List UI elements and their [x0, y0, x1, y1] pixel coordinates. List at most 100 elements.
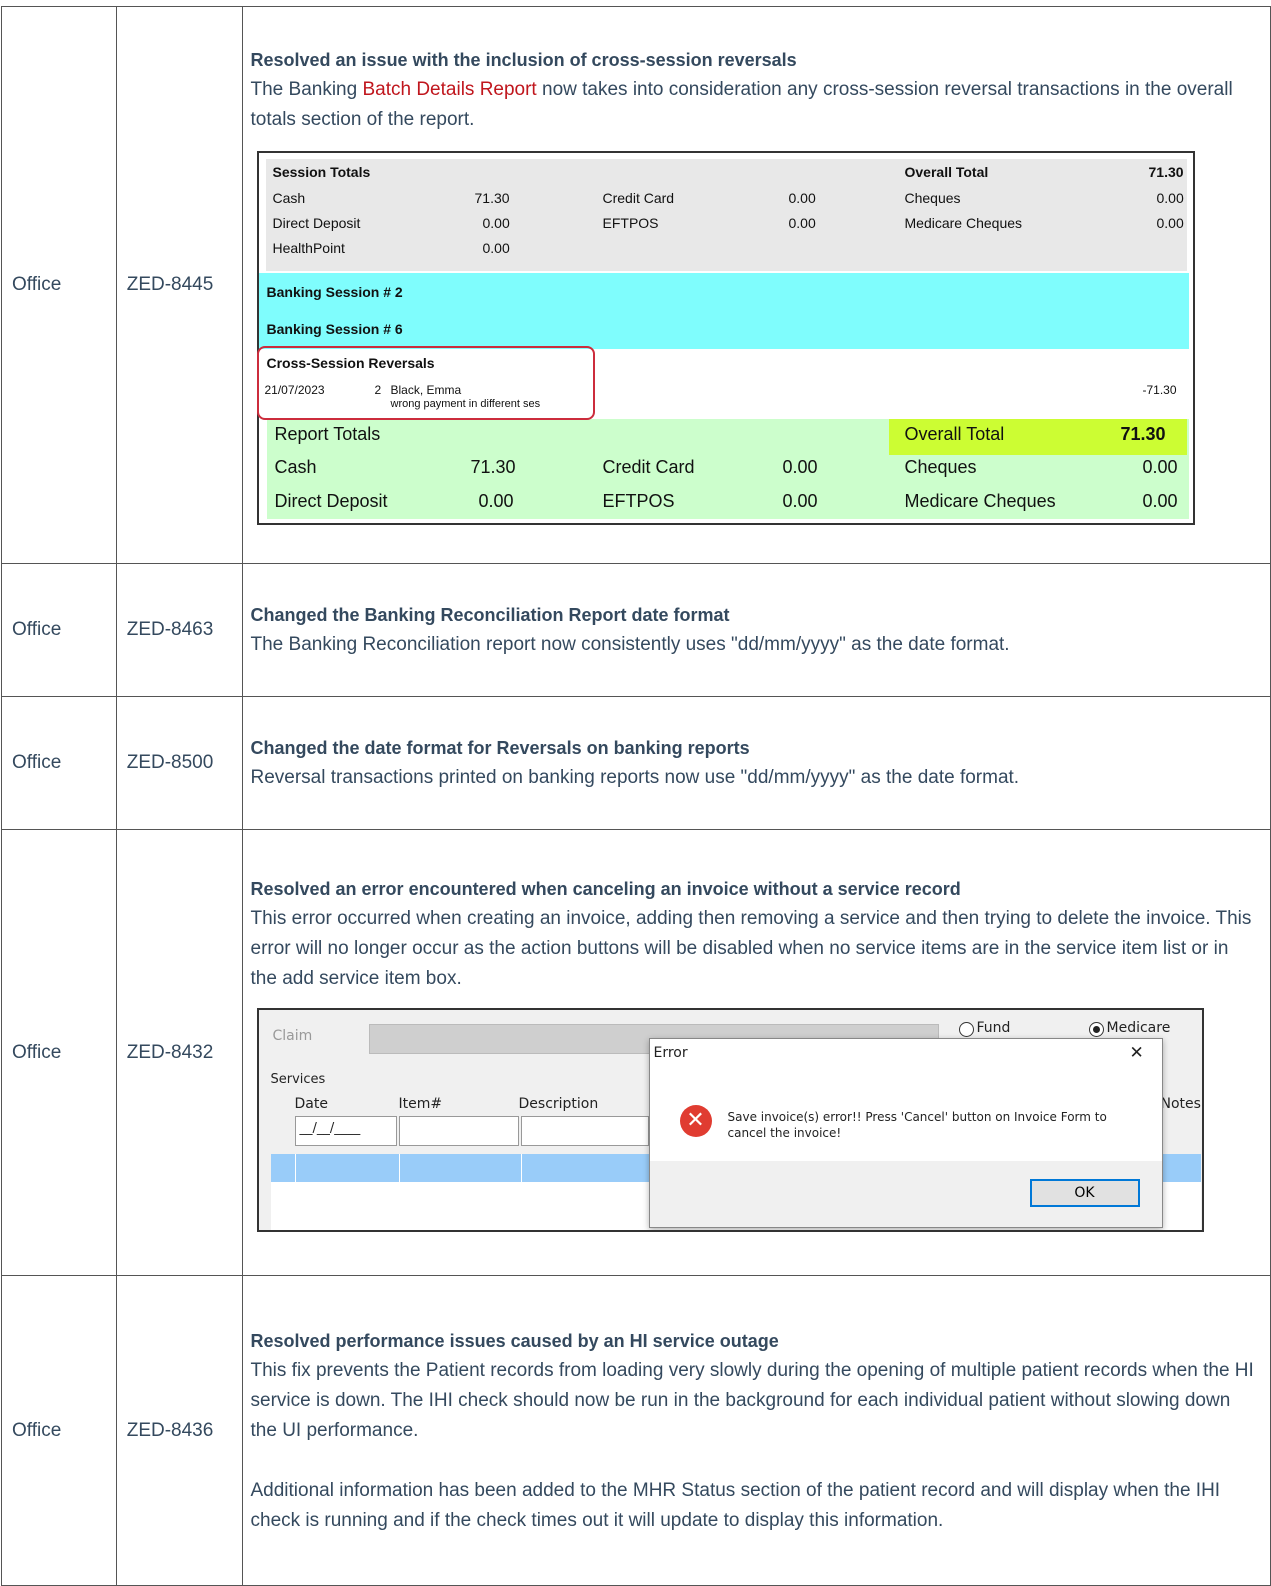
- banking-session-6: Banking Session # 6: [266, 321, 403, 337]
- reversal-name: Black, Emma: [390, 383, 462, 397]
- batch-details-report-link[interactable]: Batch Details Report: [362, 79, 536, 100]
- medicare-cheques-value: 0.00: [1156, 215, 1184, 231]
- ticket-cell: ZED-8500: [115, 696, 243, 830]
- ticket-cell: ZED-8463: [115, 563, 243, 697]
- date-input[interactable]: __/__/____: [294, 1115, 397, 1146]
- ticket-cell: ZED-8436: [115, 1275, 243, 1586]
- date-input-placeholder: __/__/____: [299, 1120, 361, 1136]
- cash-label: Cash: [272, 190, 306, 206]
- column-divider: [294, 1153, 296, 1182]
- rt-medicare-cheques-value: 0.00: [1142, 491, 1178, 511]
- release-note-row: Office ZED-8463 Changed the Banking Reco…: [1, 563, 1271, 697]
- rt-eftpos-value: 0.00: [782, 491, 818, 511]
- description-column-header: Description: [518, 1095, 599, 1112]
- session-totals-label: Session Totals: [272, 164, 371, 180]
- error-dialog: Error ✕ ✕ Save invoice(s) error!! Press …: [648, 1037, 1163, 1228]
- medicare-cheques-label: Medicare Cheques: [904, 215, 1023, 231]
- rt-credit-card-value: 0.00: [782, 457, 818, 477]
- release-note-row: Office ZED-8436 Resolved performance iss…: [1, 1275, 1271, 1586]
- direct-deposit-value: 0.00: [482, 215, 510, 231]
- reversal-note: wrong payment in different ses: [390, 398, 541, 410]
- rt-direct-deposit-value: 0.00: [478, 491, 514, 511]
- dialog-message: Save invoice(s) error!! Press 'Cancel' b…: [727, 1109, 1107, 1140]
- credit-card-label: Credit Card: [602, 190, 675, 206]
- description-cell: Resolved an error encountered when cance…: [241, 829, 1271, 1276]
- note-title: Resolved an error encountered when cance…: [250, 878, 961, 899]
- dialog-title: Error: [653, 1044, 688, 1061]
- note-title: Changed the Banking Reconciliation Repor…: [250, 605, 730, 625]
- column-divider: [398, 1153, 400, 1182]
- rt-eftpos-label: EFTPOS: [602, 491, 675, 511]
- release-note-row: Office ZED-8432 Resolved an error encoun…: [1, 829, 1271, 1276]
- note-description: The Banking Batch Details Report now tak…: [251, 75, 1261, 135]
- notes-column-header: Notes: [1160, 1095, 1201, 1112]
- medicare-label: Medicare: [1106, 1019, 1171, 1036]
- note-title: Resolved performance issues caused by an…: [250, 1330, 779, 1351]
- claim-label: Claim: [272, 1027, 313, 1044]
- release-notes-table: Office ZED-8445 Resolved an issue with t…: [1, 6, 1271, 1586]
- category-cell: Office: [1, 696, 117, 830]
- report-totals-label: Report Totals: [274, 424, 381, 444]
- release-note-row: Office ZED-8500 Changed the date format …: [1, 696, 1271, 830]
- reversal-date: 21/07/2023: [264, 383, 325, 397]
- healthpoint-label: HealthPoint: [272, 240, 345, 256]
- credit-card-value: 0.00: [788, 190, 816, 206]
- category-cell: Office: [1, 829, 117, 1276]
- rt-cash-label: Cash: [274, 457, 317, 477]
- eftpos-value: 0.00: [788, 215, 816, 231]
- rt-credit-card-label: Credit Card: [602, 457, 695, 477]
- description-cell: Changed the Banking Reconciliation Repor…: [241, 563, 1271, 697]
- category-cell: Office: [1, 563, 117, 697]
- direct-deposit-label: Direct Deposit: [272, 215, 361, 231]
- fund-radio[interactable]: [958, 1021, 974, 1037]
- session-totals-panel: [265, 159, 1187, 271]
- note-description: This error occurred when creating an inv…: [250, 907, 1252, 989]
- desc-text: The Banking: [250, 79, 363, 100]
- release-note-row: Office ZED-8445 Resolved an issue with t…: [1, 6, 1271, 564]
- rt-cheques-label: Cheques: [904, 457, 977, 477]
- note-description: The Banking Reconciliation report now co…: [250, 634, 1010, 655]
- description-input[interactable]: [520, 1115, 649, 1146]
- rt-overall-total-value: 71.30: [1120, 424, 1166, 444]
- cheques-label: Cheques: [904, 190, 961, 206]
- rt-cash-value: 71.30: [470, 457, 516, 477]
- overall-total-label: Overall Total: [904, 164, 989, 180]
- ok-button[interactable]: OK: [1029, 1178, 1140, 1207]
- ticket-cell: ZED-8432: [115, 829, 243, 1276]
- cash-value: 71.30: [474, 190, 510, 206]
- note-description: This fix prevents the Patient records fr…: [250, 1359, 1254, 1441]
- cross-session-reversals-label: Cross-Session Reversals: [266, 355, 435, 371]
- rt-medicare-cheques-label: Medicare Cheques: [904, 491, 1056, 511]
- reversal-amount: -71.30: [1142, 383, 1177, 397]
- error-icon: ✕: [679, 1104, 712, 1137]
- invoice-form-screenshot: Claim Fund Medicare Services Date Item# …: [256, 1007, 1204, 1232]
- note-title: Resolved an issue with the inclusion of …: [250, 50, 797, 70]
- description-cell: Resolved an issue with the inclusion of …: [241, 6, 1271, 564]
- item-column-header: Item#: [398, 1095, 443, 1112]
- healthpoint-value: 0.00: [482, 240, 510, 256]
- rt-overall-total-label: Overall Total: [904, 424, 1005, 444]
- date-column-header: Date: [294, 1095, 328, 1112]
- item-input[interactable]: [398, 1115, 519, 1146]
- services-label: Services: [270, 1071, 326, 1087]
- medicare-radio[interactable]: [1088, 1021, 1104, 1037]
- ticket-cell: ZED-8445: [115, 6, 243, 564]
- cheques-value: 0.00: [1156, 190, 1184, 206]
- banking-report-screenshot: Session Totals Overall Total 71.30 Cash …: [256, 151, 1195, 525]
- column-divider: [520, 1153, 522, 1182]
- close-icon[interactable]: ✕: [1130, 1043, 1144, 1063]
- banking-session-2: Banking Session # 2: [266, 284, 403, 300]
- category-cell: Office: [1, 6, 117, 564]
- reversal-session: 2: [374, 383, 382, 397]
- fund-label: Fund: [976, 1019, 1011, 1036]
- description-cell: Resolved performance issues caused by an…: [241, 1275, 1271, 1586]
- note-description-extra: Additional information has been added to…: [250, 1479, 1221, 1531]
- eftpos-label: EFTPOS: [602, 215, 659, 231]
- description-cell: Changed the date format for Reversals on…: [241, 696, 1271, 830]
- note-description: Reversal transactions printed on banking…: [250, 767, 1020, 788]
- overall-total-value: 71.30: [1148, 164, 1184, 180]
- category-cell: Office: [1, 1275, 117, 1586]
- rt-cheques-value: 0.00: [1142, 457, 1178, 477]
- rt-direct-deposit-label: Direct Deposit: [274, 491, 388, 511]
- note-title: Changed the date format for Reversals on…: [250, 738, 750, 758]
